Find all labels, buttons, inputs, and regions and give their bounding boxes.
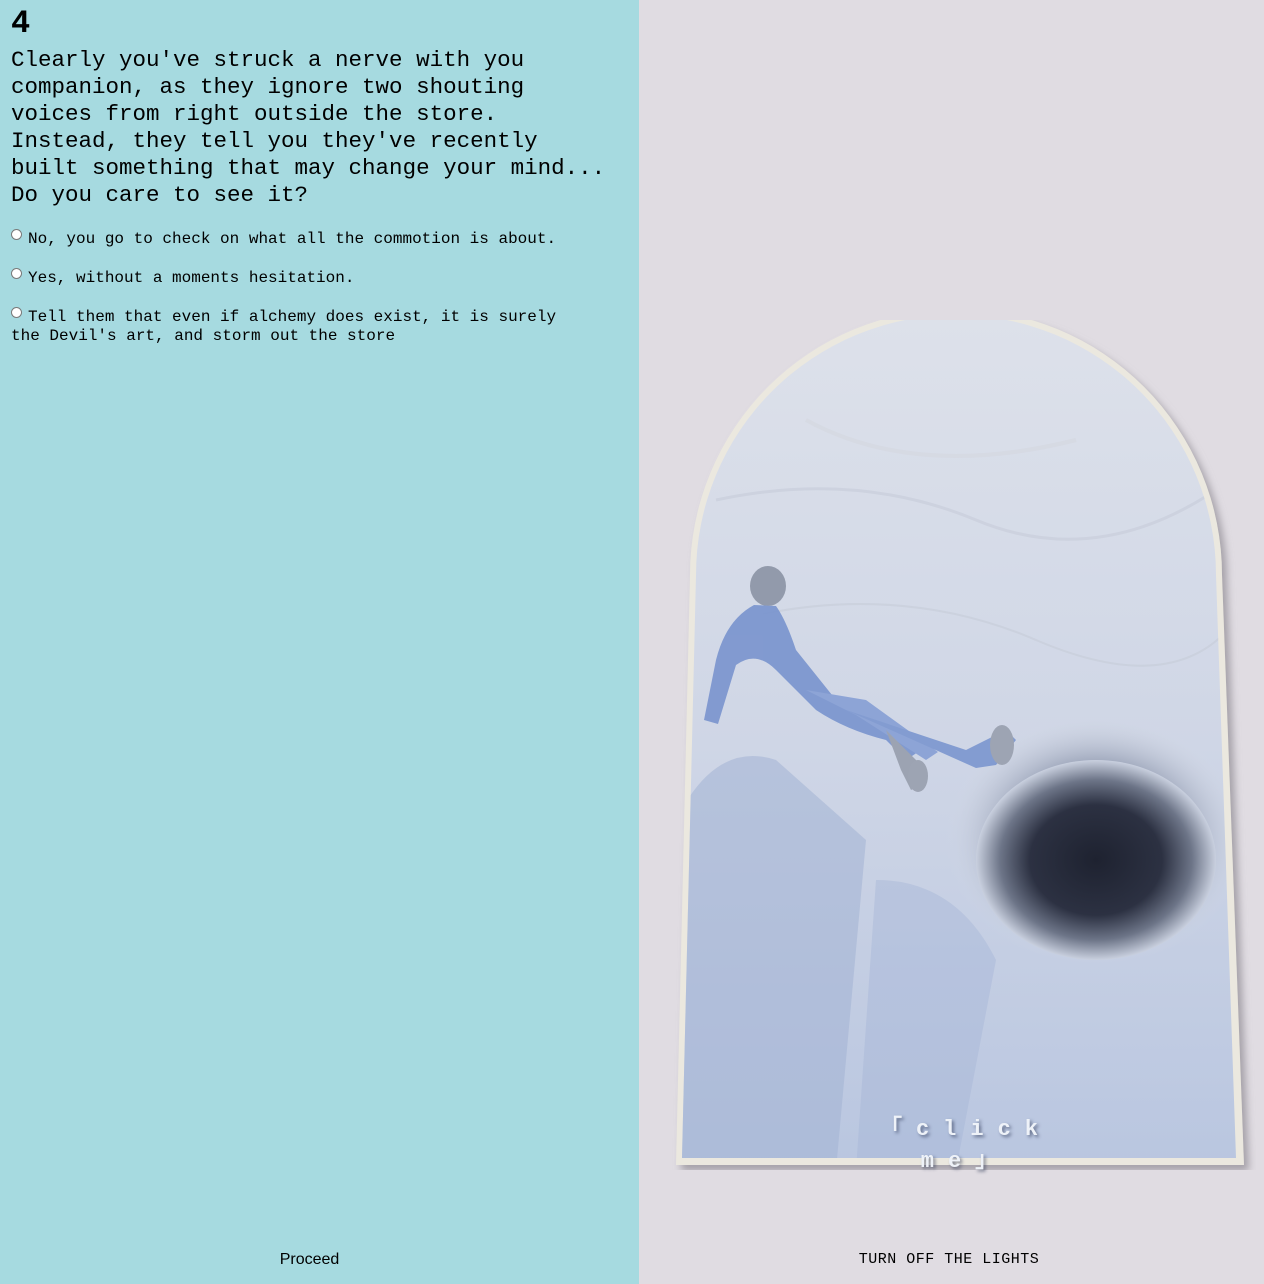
choice-list: No, you go to check on what all the comm… bbox=[11, 229, 571, 365]
story-panel: 4 Clearly you've struck a nerve with you… bbox=[0, 0, 639, 1284]
story-text: Clearly you've struck a nerve with you c… bbox=[11, 47, 606, 208]
radio-button-3[interactable] bbox=[11, 307, 22, 318]
artwork-image bbox=[676, 320, 1244, 1165]
artwork-panel: 「click me」 TURN OFF THE LIGHTS bbox=[639, 0, 1264, 1284]
proceed-button[interactable]: Proceed bbox=[0, 1249, 619, 1271]
choice-label-2: Yes, without a moments hesitation. bbox=[28, 269, 355, 287]
choice-label-1: No, you go to check on what all the comm… bbox=[28, 230, 557, 248]
radio-button-2[interactable] bbox=[11, 268, 22, 279]
choice-label-3: Tell them that even if alchemy does exis… bbox=[11, 308, 557, 345]
step-number: 4 bbox=[11, 5, 31, 42]
turn-off-lights-button[interactable]: TURN OFF THE LIGHTS bbox=[639, 1249, 1259, 1271]
choice-option-3[interactable]: Tell them that even if alchemy does exis… bbox=[11, 307, 571, 346]
radio-button-1[interactable] bbox=[11, 229, 22, 240]
choice-option-1[interactable]: No, you go to check on what all the comm… bbox=[11, 229, 571, 249]
click-me-overlay: 「click me」 bbox=[879, 1117, 1052, 1174]
choice-option-2[interactable]: Yes, without a moments hesitation. bbox=[11, 268, 571, 288]
arched-artwork-button[interactable]: 「click me」 bbox=[656, 320, 1256, 1174]
